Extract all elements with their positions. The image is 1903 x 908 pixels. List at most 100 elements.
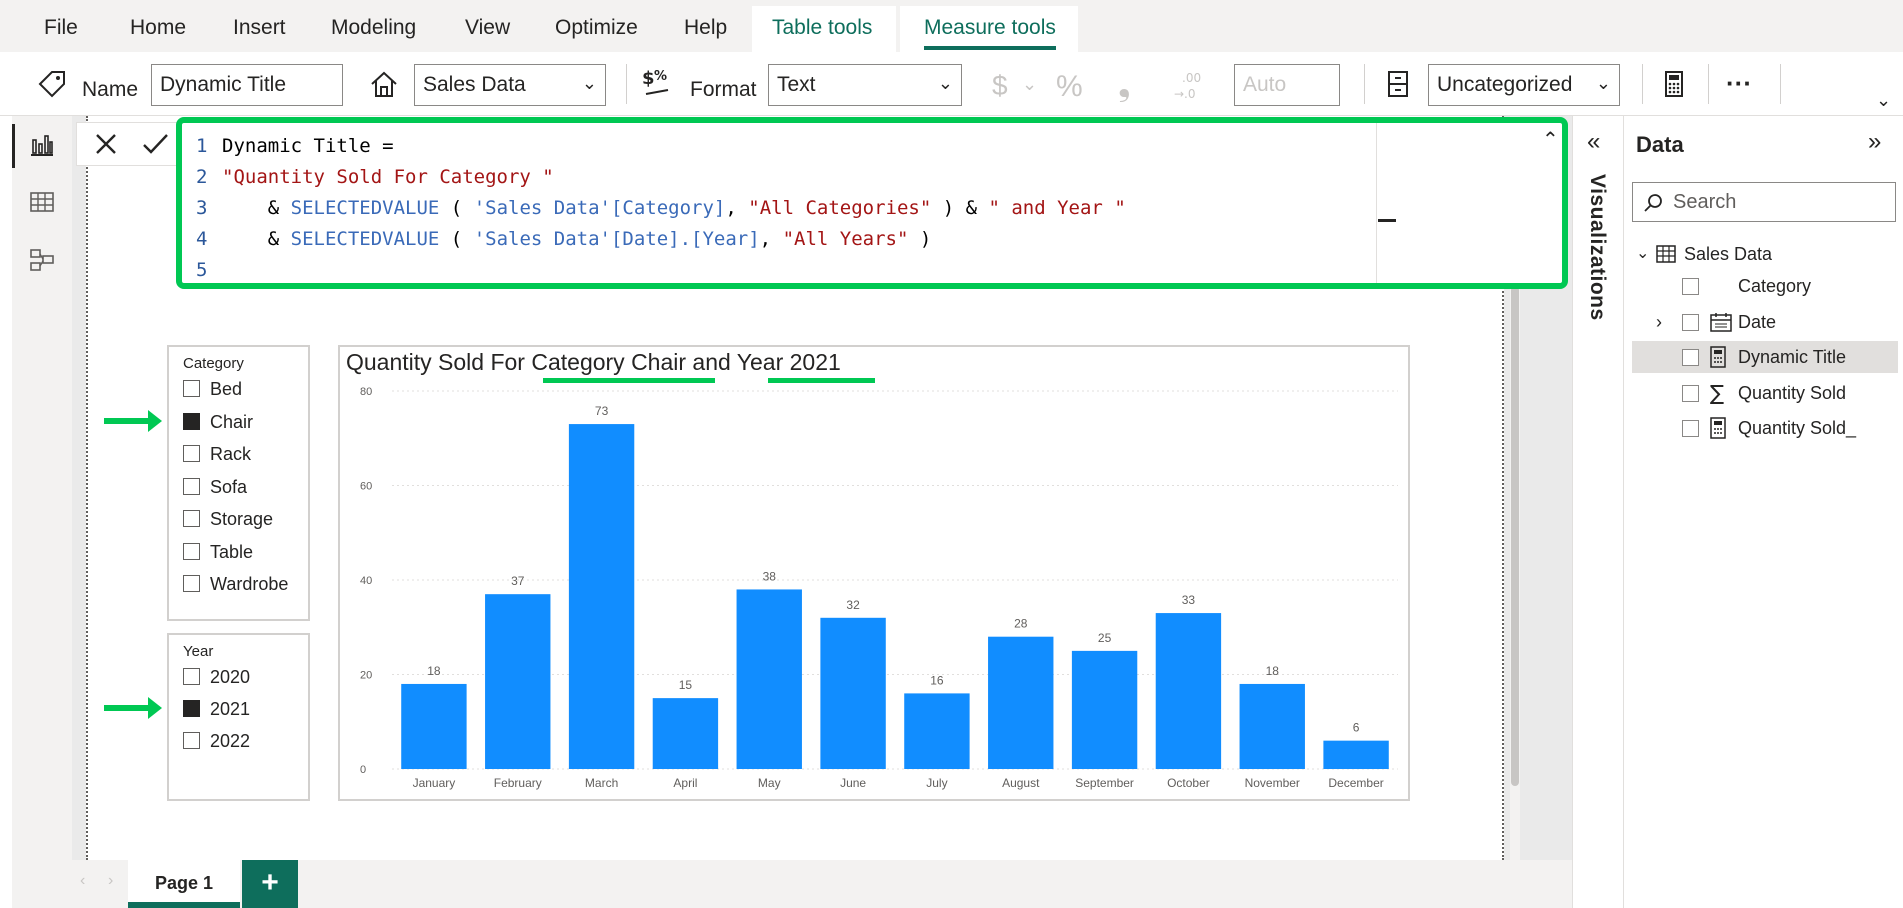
formula-divider (1376, 123, 1377, 283)
model-view-icon[interactable] (28, 246, 56, 274)
table-view-icon[interactable] (28, 188, 56, 216)
calculator-icon (1710, 341, 1726, 373)
column-chart[interactable]: Quantity Sold For Category Chair and Yea… (338, 345, 1410, 801)
bar[interactable] (1323, 740, 1389, 769)
tab-insert[interactable]: Insert (233, 16, 286, 40)
checkbox[interactable] (183, 668, 200, 685)
checkbox[interactable] (183, 445, 200, 462)
checkbox[interactable] (183, 700, 200, 717)
slicer-item[interactable]: Table (183, 542, 253, 564)
visualizations-label[interactable]: Visualizations (1585, 174, 1609, 321)
chevron-right-icon[interactable]: › (1656, 306, 1662, 338)
bar[interactable] (1155, 613, 1222, 769)
checkbox[interactable] (183, 575, 200, 592)
checkbox[interactable] (183, 380, 200, 397)
slicer-item[interactable]: 2021 (183, 699, 250, 721)
checkbox[interactable] (183, 412, 200, 430)
commit-check-icon[interactable] (141, 131, 169, 157)
decimal-places-input[interactable]: Auto (1234, 64, 1340, 106)
slicer-item-label: Wardrobe (210, 574, 289, 594)
more-options-button[interactable]: ··· (1726, 68, 1752, 99)
checkbox[interactable] (183, 542, 200, 560)
view-switcher (12, 116, 72, 908)
code-line[interactable]: 1 Dynamic Title = (196, 131, 1126, 162)
tab-file[interactable]: File (44, 16, 78, 40)
y-tick-label: 0 (360, 764, 366, 776)
data-label: 28 (1014, 617, 1028, 631)
field-item[interactable]: ∑ Quantity Sold (1632, 377, 1898, 409)
page-tabs-bar: ‹ › Page 1 + (72, 860, 1572, 908)
comma-style-button[interactable]: ❟ (1118, 66, 1131, 104)
resize-handle[interactable] (1378, 219, 1396, 222)
cancel-icon[interactable] (93, 131, 119, 157)
bar[interactable] (1239, 683, 1305, 769)
measure-name-input[interactable]: Dynamic Title (151, 64, 343, 106)
slicer-item[interactable]: Storage (183, 509, 273, 531)
field-item[interactable]: Category (1632, 270, 1898, 302)
bar[interactable] (485, 594, 551, 769)
slicer-item[interactable]: Bed (183, 379, 242, 401)
bar[interactable] (988, 636, 1054, 769)
bar[interactable] (568, 424, 635, 769)
percent-format-button[interactable]: % (1056, 70, 1083, 104)
add-page-button[interactable]: + (242, 860, 298, 908)
table-node-sales-data[interactable]: ⌄ Sales Data (1636, 238, 1896, 270)
next-page-icon[interactable]: › (108, 872, 113, 890)
search-input[interactable]: Search (1632, 182, 1896, 222)
slicer-item-label: 2022 (210, 731, 251, 751)
checkbox[interactable] (1682, 313, 1699, 331)
code-line[interactable]: 2 "Quantity Sold For Category " (196, 162, 1126, 193)
tab-help[interactable]: Help (684, 16, 727, 40)
checkbox[interactable] (1682, 420, 1699, 437)
field-item[interactable]: Dynamic Title (1632, 341, 1898, 373)
data-category-select[interactable]: Uncategorized ⌄ (1428, 64, 1620, 106)
page-tab-1[interactable]: Page 1 (128, 860, 240, 908)
slicer-item[interactable]: Chair (183, 412, 253, 434)
checkbox[interactable] (1682, 384, 1699, 402)
tab-table-tools[interactable]: Table tools (772, 16, 872, 40)
slicer-item[interactable]: Wardrobe (183, 574, 288, 596)
bar[interactable] (401, 683, 467, 769)
checkbox[interactable] (183, 510, 200, 527)
field-item[interactable]: › Date (1632, 306, 1898, 338)
home-icon (371, 71, 397, 97)
chevron-down-icon[interactable]: ⌄ (1636, 238, 1649, 270)
collapse-data-pane-icon[interactable]: » (1868, 128, 1881, 156)
bar[interactable] (736, 589, 802, 769)
x-tick-label: September (1075, 776, 1134, 790)
currency-format-button[interactable]: $ (992, 70, 1008, 102)
slicer-item[interactable]: Rack (183, 444, 251, 466)
slicer-item[interactable]: Sofa (183, 477, 247, 499)
checkbox[interactable] (1682, 278, 1699, 295)
tab-home[interactable]: Home (130, 16, 186, 40)
bar[interactable] (820, 617, 886, 769)
home-table-select[interactable]: Sales Data ⌄ (414, 64, 606, 106)
tab-modeling[interactable]: Modeling (331, 16, 416, 40)
checkbox[interactable] (1682, 349, 1699, 366)
report-view-icon[interactable] (28, 130, 56, 158)
slicer-item[interactable]: 2022 (183, 731, 250, 753)
code-line[interactable]: 5 (196, 255, 1126, 286)
bar[interactable] (904, 693, 970, 769)
expand-ribbon-icon[interactable]: ⌄ (1876, 90, 1891, 111)
bar[interactable] (652, 698, 719, 769)
dax-formula-editor[interactable]: 1 Dynamic Title = 2 "Quantity Sold For Cate… (176, 117, 1568, 289)
dax-code[interactable]: 1 Dynamic Title = 2 "Quantity Sold For Cate… (196, 131, 1126, 286)
slicer-item[interactable]: 2020 (183, 667, 250, 689)
calculator-icon[interactable] (1658, 68, 1690, 100)
checkbox[interactable] (183, 732, 200, 749)
prev-page-icon[interactable]: ‹ (80, 872, 85, 890)
checkbox[interactable] (183, 477, 200, 495)
tab-view[interactable]: View (465, 16, 510, 40)
line-number: 1 (196, 135, 208, 157)
expand-visualizations-icon[interactable]: « (1587, 128, 1600, 156)
tab-measure-tools[interactable]: Measure tools (924, 16, 1056, 40)
bar[interactable] (1071, 650, 1138, 769)
collapse-formula-icon[interactable]: ⌃ (1542, 127, 1559, 152)
scrollbar-thumb[interactable] (1511, 286, 1519, 786)
tab-optimize[interactable]: Optimize (555, 16, 638, 40)
code-line[interactable]: 4 & SELECTEDVALUE ( 'Sales Data'[Date].[… (196, 224, 1126, 255)
code-line[interactable]: 3 & SELECTEDVALUE ( 'Sales Data'[Categor… (196, 193, 1126, 224)
format-select[interactable]: Text ⌄ (768, 64, 962, 106)
field-item[interactable]: Quantity Sold_ (1632, 412, 1898, 444)
